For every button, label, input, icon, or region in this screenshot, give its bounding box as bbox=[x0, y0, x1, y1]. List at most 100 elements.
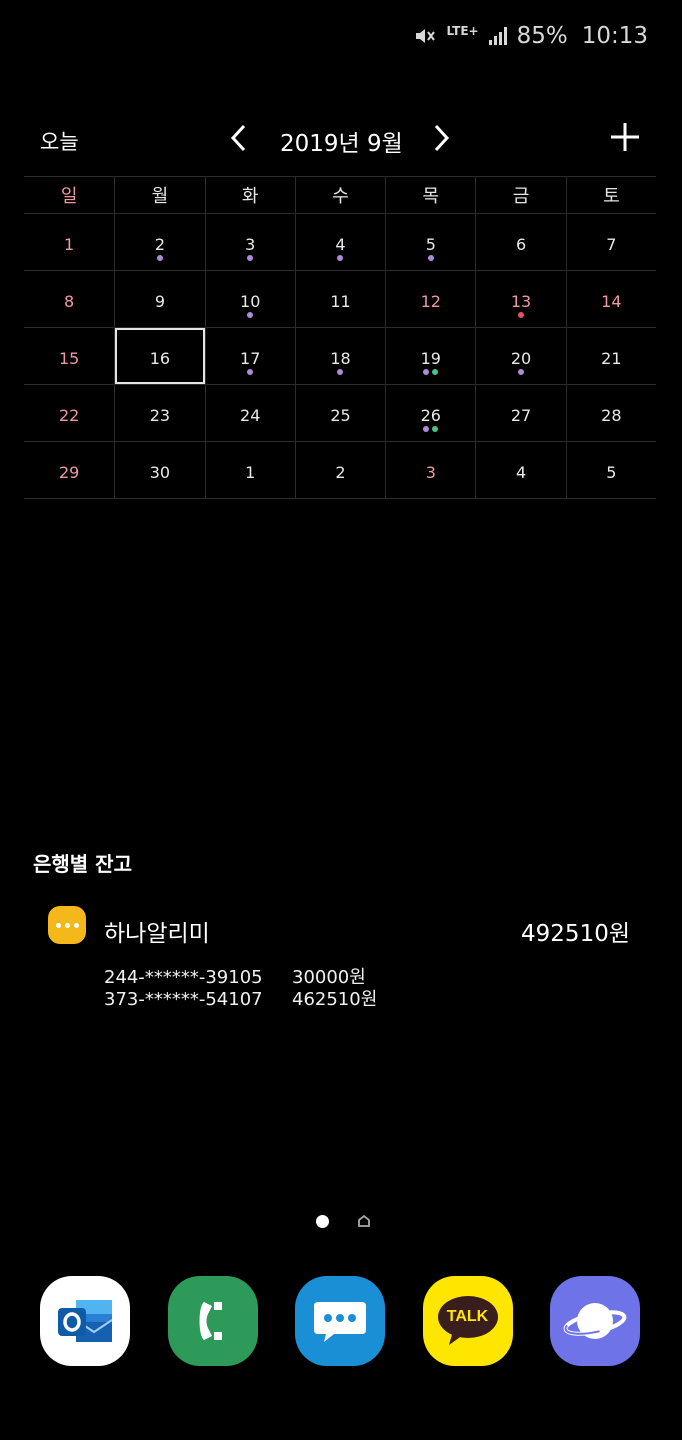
page-indicator[interactable] bbox=[316, 1214, 371, 1228]
day-cell[interactable]: 17 bbox=[204, 328, 295, 384]
day-cell[interactable]: 27 bbox=[475, 385, 565, 441]
day-number: 9 bbox=[154, 292, 166, 311]
day-number: 2 bbox=[335, 463, 346, 482]
day-cell[interactable]: 24 bbox=[204, 385, 295, 441]
day-number: 1 bbox=[245, 463, 256, 482]
day-number: 24 bbox=[240, 406, 261, 425]
day-cell[interactable]: 3 bbox=[385, 442, 475, 498]
day-cell[interactable]: 15 bbox=[24, 328, 114, 384]
day-number: 10 bbox=[240, 292, 261, 311]
kakaotalk-app[interactable]: TALK bbox=[422, 1276, 513, 1366]
messages-icon bbox=[314, 1302, 366, 1342]
day-cell[interactable]: 11 bbox=[294, 271, 385, 327]
chevron-left-icon[interactable] bbox=[224, 118, 254, 158]
day-cell[interactable]: 18 bbox=[294, 328, 385, 384]
day-cell[interactable]: 30 bbox=[114, 442, 204, 498]
day-cell[interactable]: 29 bbox=[24, 442, 114, 498]
weekday-header: 일 월 화 수 목 금 토 bbox=[24, 176, 656, 214]
day-number: 6 bbox=[515, 235, 527, 254]
day-number: 5 bbox=[425, 235, 436, 254]
day-number: 17 bbox=[240, 349, 261, 368]
day-cell[interactable]: 13 bbox=[475, 271, 565, 327]
day-number: 30 bbox=[149, 463, 171, 482]
account-row[interactable]: 373-******-54107 462510원 bbox=[104, 985, 377, 1011]
day-number: 11 bbox=[330, 292, 351, 311]
day-number: 8 bbox=[64, 292, 75, 311]
event-dot bbox=[432, 369, 439, 375]
calendar-grid: 일 월 화 수 목 금 토 1 2 3 4 5 6 7 8 9 10 11 12… bbox=[24, 176, 656, 499]
add-event-icon[interactable] bbox=[608, 120, 642, 154]
day-cell[interactable]: 1 bbox=[204, 442, 295, 498]
event-dot bbox=[337, 255, 344, 261]
day-cell[interactable]: 4 bbox=[294, 214, 385, 270]
internet-app[interactable] bbox=[550, 1276, 640, 1366]
day-cell[interactable]: 5 bbox=[385, 214, 475, 270]
phone-app[interactable] bbox=[167, 1276, 258, 1366]
day-number: 18 bbox=[330, 349, 351, 368]
internet-icon bbox=[563, 1303, 627, 1339]
event-dot bbox=[427, 255, 434, 261]
day-cell[interactable]: 2 bbox=[294, 442, 385, 498]
calendar-week: 29 30 1 2 3 4 5 bbox=[24, 442, 656, 499]
day-cell[interactable]: 8 bbox=[24, 271, 114, 327]
chevron-right-icon[interactable] bbox=[426, 118, 456, 158]
weekday-label: 월 bbox=[114, 177, 204, 213]
calendar-week: 1 2 3 4 5 6 7 bbox=[24, 214, 656, 271]
day-number: 15 bbox=[58, 349, 80, 368]
bank-total-balance: 492510원 bbox=[521, 921, 630, 947]
bank-widget-title: 은행별 잔고 bbox=[33, 852, 132, 876]
day-cell[interactable]: 2 bbox=[114, 214, 204, 270]
day-cell[interactable]: 10 bbox=[204, 271, 295, 327]
messages-app[interactable] bbox=[295, 1276, 385, 1366]
event-dot bbox=[247, 255, 254, 261]
day-cell[interactable]: 22 bbox=[24, 385, 114, 441]
bank-app-name: 하나알리미 bbox=[104, 921, 210, 947]
day-number: 21 bbox=[601, 349, 622, 368]
mute-icon bbox=[416, 29, 436, 43]
day-cell[interactable]: 26 bbox=[385, 385, 475, 441]
day-cell[interactable]: 20 bbox=[475, 328, 565, 384]
app-dock: TALK bbox=[40, 1276, 640, 1366]
day-number: 19 bbox=[420, 349, 441, 368]
day-cell[interactable]: 6 bbox=[475, 214, 565, 270]
weekday-label: 금 bbox=[475, 177, 565, 213]
status-bar: LTE+ 85% 10:13 bbox=[414, 18, 648, 54]
month-title: 2019년 9월 bbox=[280, 131, 403, 157]
day-number: 28 bbox=[601, 406, 622, 425]
day-number: 3 bbox=[425, 463, 436, 482]
day-cell[interactable]: 14 bbox=[565, 271, 656, 327]
weekday-label: 화 bbox=[204, 177, 295, 213]
day-cell[interactable]: 5 bbox=[565, 442, 656, 498]
day-cell[interactable]: 1 bbox=[24, 214, 114, 270]
outlook-app[interactable] bbox=[40, 1276, 130, 1366]
day-cell[interactable]: 23 bbox=[114, 385, 204, 441]
weekday-label: 일 bbox=[60, 186, 78, 207]
day-number: 23 bbox=[149, 406, 171, 425]
day-number: 4 bbox=[335, 235, 346, 254]
calendar-week: 15 16 17 18 19 20 21 bbox=[24, 328, 656, 385]
day-cell[interactable]: 9 bbox=[114, 271, 204, 327]
day-cell[interactable]: 28 bbox=[565, 385, 656, 441]
event-dot bbox=[423, 426, 430, 432]
outlook-icon bbox=[58, 1300, 113, 1342]
day-number: 26 bbox=[420, 406, 441, 425]
bank-summary-row[interactable]: 하나알리미 492510원 bbox=[48, 906, 630, 947]
day-cell-selected[interactable]: 16 bbox=[114, 328, 204, 384]
day-number: 12 bbox=[420, 292, 441, 311]
day-cell[interactable]: 19 bbox=[385, 328, 475, 384]
battery-level: 85% bbox=[516, 23, 568, 49]
day-number: 4 bbox=[515, 463, 527, 482]
day-cell[interactable]: 7 bbox=[565, 214, 656, 270]
event-dot bbox=[247, 369, 254, 375]
weekday-label: 토 bbox=[565, 177, 656, 213]
day-cell[interactable]: 12 bbox=[385, 271, 475, 327]
day-cell[interactable]: 4 bbox=[475, 442, 565, 498]
day-cell[interactable]: 3 bbox=[204, 214, 295, 270]
event-dot bbox=[518, 369, 525, 375]
day-cell[interactable]: 25 bbox=[294, 385, 385, 441]
calendar-week: 22 23 24 25 26 27 28 bbox=[24, 385, 656, 442]
day-number: 14 bbox=[601, 292, 622, 311]
day-number: 7 bbox=[606, 235, 617, 254]
day-cell[interactable]: 21 bbox=[565, 328, 656, 384]
today-button[interactable]: 오늘 bbox=[40, 126, 79, 156]
